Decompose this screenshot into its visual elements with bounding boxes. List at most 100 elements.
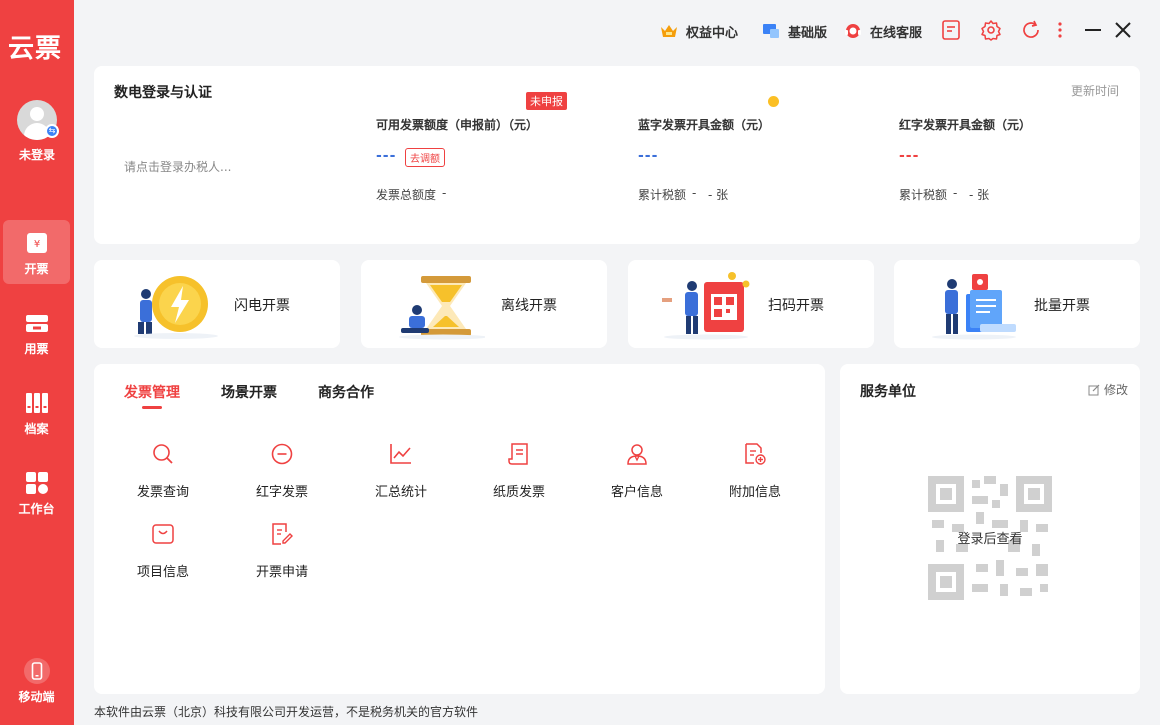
- hourglass-icon: [399, 276, 485, 340]
- func-label: 附加信息: [728, 485, 781, 500]
- document-icon[interactable]: [940, 19, 962, 41]
- invoice-icon: ¥: [27, 233, 47, 253]
- customer-icon: [627, 444, 647, 465]
- headset-icon: [845, 24, 861, 38]
- search-icon: [153, 444, 173, 464]
- qr-scan-icon: [662, 272, 750, 340]
- login-card-title: 数电登录与认证: [114, 85, 212, 101]
- func-additional-info[interactable]: 附加信息: [710, 442, 800, 502]
- func-label: 汇总统计: [374, 485, 427, 500]
- edit-service-unit-button[interactable]: 修改: [1088, 381, 1128, 398]
- sidebar-item-label: 开票: [24, 262, 49, 276]
- sidebar-item-label: 工作台: [18, 502, 55, 516]
- quick-lightning-invoice[interactable]: 闪电开票: [94, 260, 340, 348]
- func-invoice-query[interactable]: 发票查询: [118, 442, 208, 502]
- tab-indicator: [142, 406, 162, 409]
- footer-disclaimer: 本软件由云票（北京）科技有限公司开发运营，不是税务机关的官方软件: [94, 705, 479, 719]
- stat-red-value: ---: [899, 148, 920, 164]
- func-label: 纸质发票: [492, 485, 545, 500]
- func-label: 红字发票: [255, 485, 308, 500]
- blue-tax-value: -: [692, 186, 697, 200]
- red-tax-label: 累计税额: [899, 188, 948, 202]
- basic-edition-label: 基础版: [788, 25, 828, 41]
- red-tax-value: -: [953, 186, 958, 200]
- func-paper-invoice[interactable]: 纸质发票: [474, 442, 564, 502]
- coin-icon: [768, 96, 779, 107]
- lightning-coin-icon: [134, 276, 218, 339]
- edit-label: 修改: [1104, 383, 1129, 397]
- crown-icon: [661, 25, 677, 37]
- sidebar-item-workbench[interactable]: 工作台: [3, 460, 70, 524]
- quick-label: 离线开票: [501, 298, 557, 314]
- qr-login-prompt: 登录后查看: [957, 532, 1023, 547]
- login-status[interactable]: 未登录: [0, 146, 74, 163]
- func-label: 发票查询: [136, 485, 189, 500]
- minus-circle-icon: [271, 443, 293, 465]
- rights-center-label: 权益中心: [686, 25, 739, 41]
- func-label: 项目信息: [136, 565, 189, 580]
- batch-docs-icon: [932, 274, 1016, 340]
- more-icon[interactable]: [1052, 19, 1068, 41]
- refresh-time: 更新时间: [1071, 84, 1120, 98]
- svg-text:¥: ¥: [34, 239, 40, 250]
- func-summary-stats[interactable]: 汇总统计: [356, 442, 446, 502]
- minimize-icon[interactable]: [1082, 19, 1104, 41]
- quick-offline-invoice[interactable]: 离线开票: [361, 260, 607, 348]
- online-service-label: 在线客服: [870, 25, 923, 41]
- close-icon[interactable]: [1112, 19, 1134, 41]
- total-quota-label: 发票总额度: [376, 188, 437, 202]
- app-logo: 云票: [8, 34, 63, 64]
- gear-icon[interactable]: [980, 19, 1002, 41]
- refresh-icon[interactable]: [1020, 19, 1042, 41]
- quick-label: 闪电开票: [234, 298, 290, 314]
- apply-edit-icon: [272, 523, 293, 545]
- stat-blue-label: 蓝字发票开具金额（元）: [638, 118, 771, 132]
- login-card: 数电登录与认证 更新时间 请点击登录办税人... 未申报 可用发票额度（申报前）…: [94, 66, 1140, 244]
- quick-scan-invoice[interactable]: 扫码开票: [628, 260, 874, 348]
- archive-icon: [26, 393, 48, 413]
- func-label: 客户信息: [610, 485, 663, 500]
- func-project-info[interactable]: 项目信息: [118, 522, 208, 582]
- tab-invoice-management[interactable]: 发票管理: [124, 382, 180, 402]
- func-invoice-apply[interactable]: 开票申请: [237, 522, 327, 582]
- blue-tax-label: 累计税额: [638, 188, 687, 202]
- sidebar-item-archive[interactable]: 档案: [3, 380, 70, 444]
- edit-icon: [1088, 384, 1100, 395]
- total-quota-value: -: [442, 186, 447, 200]
- edition-icon: [763, 24, 779, 38]
- quick-label: 扫码开票: [768, 298, 824, 314]
- online-service-button[interactable]: 在线客服: [844, 20, 922, 42]
- stat-available-label: 可用发票额度（申报前）（元）: [376, 118, 539, 132]
- basic-edition-button[interactable]: 基础版: [762, 20, 827, 42]
- stat-available-value: ---: [376, 148, 397, 164]
- line-chart-icon: [390, 444, 411, 464]
- func-label: 开票申请: [255, 565, 308, 580]
- undeclared-badge: 未申报: [526, 92, 567, 110]
- sidebar-item-invoice[interactable]: ¥ 开票: [3, 220, 70, 284]
- tab-scene-invoice[interactable]: 场景开票: [221, 382, 277, 402]
- paper-invoice-icon: [508, 443, 528, 465]
- sidebar-item-label: 用票: [24, 342, 49, 356]
- func-customer-info[interactable]: 客户信息: [592, 442, 682, 502]
- service-unit-title: 服务单位: [860, 384, 916, 400]
- sidebar-item-mobile[interactable]: 移动端: [3, 650, 70, 714]
- adjust-quota-button[interactable]: 去调额: [405, 148, 445, 167]
- func-red-invoice[interactable]: 红字发票: [237, 442, 327, 502]
- switch-badge-icon: ⇆: [45, 124, 59, 138]
- ticket-icon: [26, 315, 48, 332]
- stat-red-label: 红字发票开具金额（元）: [899, 118, 1032, 132]
- mobile-icon: [24, 658, 50, 684]
- blue-count: - 张: [708, 188, 729, 202]
- add-doc-icon: [745, 443, 766, 465]
- sidebar-item-label: 档案: [24, 422, 49, 436]
- sidebar-item-label: 移动端: [18, 690, 55, 704]
- tab-business-cooperation[interactable]: 商务合作: [318, 382, 374, 402]
- sidebar-item-ticket[interactable]: 用票: [3, 300, 70, 364]
- project-icon: [152, 524, 174, 544]
- stat-blue-value: ---: [638, 148, 659, 164]
- sidebar: 云票 ⇆ 未登录 ¥ 开票 用票 档案 工作台 移动端: [0, 0, 74, 725]
- rights-center-button[interactable]: 权益中心: [660, 20, 738, 42]
- quick-batch-invoice[interactable]: 批量开票: [894, 260, 1140, 348]
- login-prompt[interactable]: 请点击登录办税人...: [124, 158, 231, 175]
- workbench-icon: [26, 472, 48, 494]
